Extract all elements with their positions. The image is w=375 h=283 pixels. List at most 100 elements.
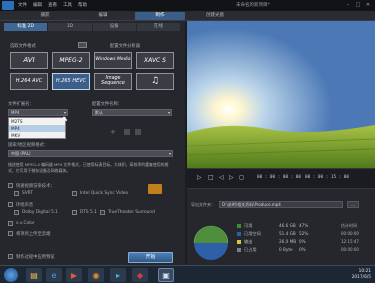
- ext-option-mp4[interactable]: MP4: [9, 125, 65, 132]
- menu-bar: 文件 编辑 查看 工具 帮助: [18, 2, 87, 10]
- legend-free: 可用 46.6 GB 47%: [237, 223, 327, 229]
- legend-occupied-label: 已占用: [244, 247, 257, 252]
- taskbar: ▤ e ▶ ◉ ▸ ◆ ▣ 10:21 2017/6/5: [0, 265, 375, 283]
- file-ext-dropdown: M2TS MP4 MKV: [8, 117, 66, 139]
- profile-analyzer-icon[interactable]: [78, 42, 87, 48]
- legend-output-value: 26.0 MB: [279, 239, 297, 244]
- swatch-free: [237, 224, 241, 228]
- snapshot-icon[interactable]: ◻: [239, 174, 244, 181]
- format-xavc-s[interactable]: XAVC S: [136, 52, 174, 69]
- video-app-icon[interactable]: ▸: [110, 268, 126, 282]
- estimate-value-3: 00:00:00: [341, 247, 359, 252]
- format-mpeg2[interactable]: MPEG-2: [52, 52, 90, 69]
- format-avi[interactable]: AVI: [10, 52, 48, 69]
- next-frame-icon[interactable]: ▷: [229, 174, 234, 181]
- minimize-button[interactable]: –: [345, 2, 351, 8]
- stop-icon[interactable]: □: [208, 174, 214, 181]
- xvcolor-checkbox[interactable]: [8, 221, 13, 226]
- quick-sync-label: Intel Quick Sync Video: [80, 191, 129, 196]
- prev-frame-icon[interactable]: ◁: [219, 174, 224, 181]
- format-audio-icon[interactable]: ♫: [136, 73, 174, 90]
- chevron-down-icon: ▾: [168, 151, 171, 156]
- ext-option-mkv[interactable]: MKV: [9, 132, 65, 139]
- legend-output-label: 输出: [244, 239, 253, 244]
- format-description: 描述使用 MPEG-4 编码器 MP4 文件格式，已使用标清目标。大体积，高效率…: [8, 162, 169, 173]
- estimate-label: 估计时间: [341, 223, 357, 228]
- menu-edit[interactable]: 编辑: [33, 2, 42, 10]
- title-bar: 文件 编辑 查看 工具 帮助 未命名的新项目* – □ ✕: [0, 0, 375, 11]
- truetheater-radio[interactable]: [100, 210, 105, 215]
- dolby-radio[interactable]: [14, 210, 19, 215]
- play-icon[interactable]: ▷: [197, 174, 202, 181]
- quick-sync-radio[interactable]: [72, 191, 77, 196]
- tab-edit[interactable]: 编辑: [78, 12, 128, 20]
- tab-3d[interactable]: 3D: [48, 23, 92, 31]
- preview-during-produce-label: 制作过程中应用预览: [16, 255, 55, 260]
- video-preview: [187, 21, 375, 168]
- start-button[interactable]: 开始: [128, 252, 173, 263]
- preview-during-produce-checkbox[interactable]: [8, 254, 13, 259]
- current-timecode: 00 : 00 : 00 : 00: [257, 175, 301, 180]
- estimate-value-2: 12:15:47: [341, 239, 359, 244]
- edit-profile-icon[interactable]: [124, 129, 130, 135]
- powerdirector-icon[interactable]: ▣: [158, 268, 174, 282]
- clock-date: 2017/6/5: [351, 275, 371, 280]
- file-ext-select[interactable]: MP4 ▾: [8, 109, 68, 116]
- surround-checkbox[interactable]: [8, 202, 13, 207]
- format-label: 选取文件格式: [10, 44, 36, 49]
- format-windows-media[interactable]: Windows Media: [94, 52, 132, 69]
- country-label: 国家/地区视频格式：: [8, 143, 49, 148]
- svrt-radio[interactable]: [14, 191, 19, 196]
- add-icon[interactable]: +: [110, 128, 116, 136]
- tab-capture[interactable]: 捕获: [20, 12, 70, 20]
- window-title: 未命名的新项目*: [236, 3, 270, 8]
- upload-label: 将项目上传至云端: [16, 232, 51, 237]
- fast-render-checkbox[interactable]: [8, 183, 13, 188]
- country-select[interactable]: 中国 (PAL) ▾: [8, 150, 173, 157]
- export-path-input[interactable]: D:\说明\相关资料\Produce.mp4: [219, 201, 343, 208]
- dolby-label: Dolby Digital 5.1: [22, 210, 58, 215]
- upload-checkbox[interactable]: [8, 231, 13, 236]
- format-h264-avc[interactable]: H.264 AVC: [10, 73, 48, 90]
- country-value: 中国 (PAL): [11, 151, 31, 156]
- legend-occupied: 已占用 0 Byte 0%: [237, 247, 327, 253]
- browser-icon[interactable]: e: [46, 268, 62, 282]
- close-button[interactable]: ✕: [365, 2, 371, 8]
- delete-profile-icon[interactable]: [135, 129, 141, 135]
- preview-image: [187, 21, 375, 168]
- app-icon[interactable]: ◆: [132, 268, 148, 282]
- menu-view[interactable]: 查看: [48, 2, 57, 10]
- format-image-sequence[interactable]: Image Sequence: [94, 73, 132, 90]
- window-controls: – □ ✕: [345, 2, 371, 8]
- sub-tab-bar: 标准 2D 3D 设备 在线: [4, 23, 181, 31]
- legend-output: 输出 26.0 MB 0%: [237, 239, 327, 245]
- legend-used-pct: 52%: [299, 231, 309, 236]
- ext-option-m2ts[interactable]: M2TS: [9, 118, 65, 125]
- profile-name-value: 默认: [95, 110, 103, 115]
- tab-produce[interactable]: 制作: [135, 12, 185, 20]
- profile-name-label: 配置文件名称：: [92, 102, 123, 107]
- format-h265-hevc[interactable]: H.265 HEVC: [52, 73, 90, 90]
- maximize-button[interactable]: □: [355, 2, 361, 8]
- profile-name-select[interactable]: 默认 ▾: [92, 109, 172, 116]
- tab-device[interactable]: 设备: [92, 23, 136, 31]
- chevron-down-icon: ▾: [167, 110, 170, 115]
- start-menu-icon[interactable]: [4, 268, 18, 282]
- firefox-icon[interactable]: ◉: [88, 268, 104, 282]
- tab-create-disc[interactable]: 创建光盘: [190, 12, 240, 20]
- swatch-output: [237, 240, 241, 244]
- menu-file[interactable]: 文件: [18, 2, 27, 10]
- menu-tools[interactable]: 工具: [63, 2, 72, 10]
- media-player-icon[interactable]: ▶: [66, 268, 82, 282]
- clock[interactable]: 10:21 2017/6/5: [352, 269, 371, 281]
- produce-settings-panel: 标准 2D 3D 设备 在线 选取文件格式 配置文件分析器 AVI MPEG-2…: [0, 21, 185, 265]
- file-explorer-icon[interactable]: ▤: [26, 268, 42, 282]
- svrt-label: SVRT: [22, 191, 33, 196]
- menu-help[interactable]: 帮助: [78, 2, 87, 10]
- legend-used-label: 已用空间: [244, 231, 261, 236]
- tab-online[interactable]: 在线: [136, 23, 180, 31]
- dts-radio[interactable]: [72, 210, 77, 215]
- tab-standard-2d[interactable]: 标准 2D: [4, 23, 48, 31]
- legend-used-value: 51.4 GB: [279, 231, 296, 236]
- browse-button[interactable]: ...: [347, 201, 359, 208]
